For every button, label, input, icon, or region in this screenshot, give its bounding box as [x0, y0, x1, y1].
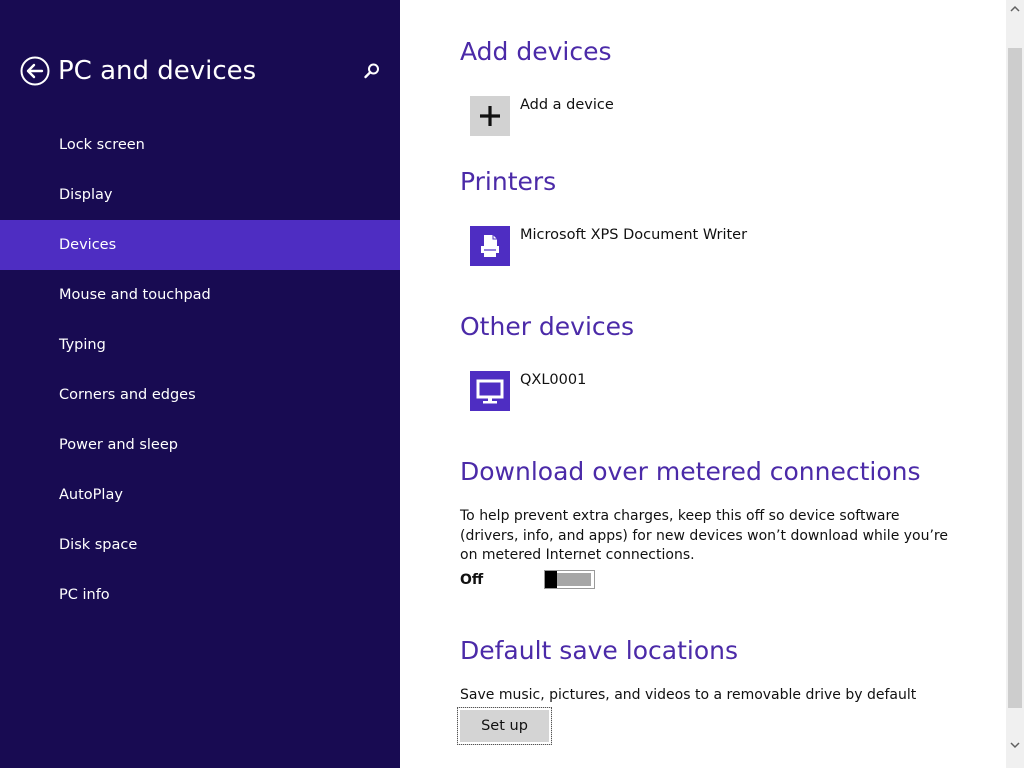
printer-label: Microsoft XPS Document Writer — [520, 227, 748, 243]
other-device-item[interactable]: QXL0001 — [470, 371, 950, 411]
add-devices-heading: Add devices — [460, 37, 612, 66]
other-device-label: QXL0001 — [520, 372, 587, 388]
metered-description: To help prevent extra charges, keep this… — [460, 508, 948, 563]
printer-item[interactable]: Microsoft XPS Document Writer — [470, 226, 950, 266]
scroll-down-icon[interactable] — [1006, 736, 1024, 754]
back-arrow-icon[interactable] — [20, 56, 50, 86]
printers-heading: Printers — [460, 167, 557, 196]
other-devices-heading: Other devices — [460, 312, 635, 341]
set-up-button[interactable]: Set up — [457, 707, 552, 745]
vertical-scrollbar[interactable] — [1006, 0, 1024, 768]
sidebar-nav: Lock screen Display Devices Mouse and to… — [0, 120, 400, 620]
save-locations-heading: Default save locations — [460, 636, 738, 665]
sidebar-item-disk-space[interactable]: Disk space — [0, 520, 400, 570]
page-title: PC and devices — [58, 56, 257, 86]
sidebar-item-pc-info[interactable]: PC info — [0, 570, 400, 620]
sidebar-item-mouse-and-touchpad[interactable]: Mouse and touchpad — [0, 270, 400, 320]
sidebar-item-corners-and-edges[interactable]: Corners and edges — [0, 370, 400, 420]
sidebar: PC and devices Lock screen Display Devic… — [0, 0, 400, 768]
sidebar-item-typing[interactable]: Typing — [0, 320, 400, 370]
toggle-thumb[interactable] — [545, 571, 557, 588]
metered-toggle[interactable] — [544, 570, 595, 589]
sidebar-item-autoplay[interactable]: AutoPlay — [0, 470, 400, 520]
toggle-state-label: Off — [460, 572, 484, 588]
save-locations-description: Save music, pictures, and videos to a re… — [460, 687, 917, 703]
main-content: Add devices Add a device Printers Micros… — [400, 0, 1006, 768]
scroll-up-icon[interactable] — [1006, 0, 1024, 18]
add-device-button[interactable]: Add a device — [470, 96, 950, 136]
printer-icon — [470, 226, 510, 266]
scroll-thumb[interactable] — [1008, 48, 1022, 708]
sidebar-item-lock-screen[interactable]: Lock screen — [0, 120, 400, 170]
sidebar-item-display[interactable]: Display — [0, 170, 400, 220]
sidebar-header: PC and devices — [20, 55, 390, 87]
sidebar-item-power-and-sleep[interactable]: Power and sleep — [0, 420, 400, 470]
add-device-label: Add a device — [520, 97, 614, 113]
monitor-icon — [470, 371, 510, 411]
metered-heading: Download over metered connections — [460, 457, 921, 486]
search-icon[interactable] — [362, 61, 382, 81]
sidebar-item-devices[interactable]: Devices — [0, 220, 400, 270]
plus-icon — [470, 96, 510, 136]
